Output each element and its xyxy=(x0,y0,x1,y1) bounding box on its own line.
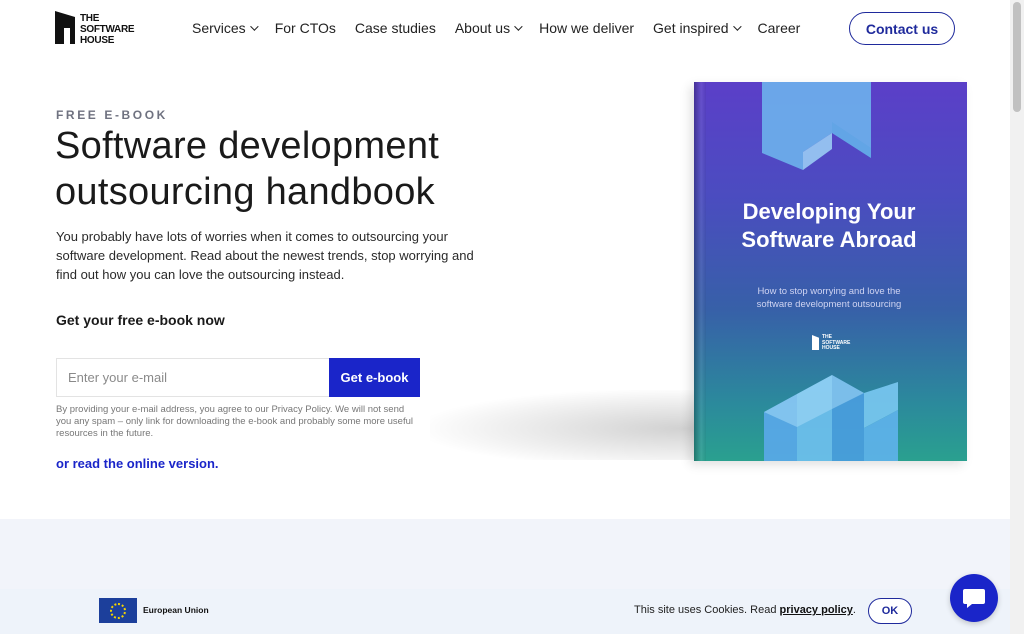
cookie-period: . xyxy=(852,604,856,616)
logo-text-line: THE xyxy=(80,13,100,24)
nav-item-for-ctos[interactable]: For CTOs xyxy=(275,20,336,36)
nav-label: Services xyxy=(192,20,246,36)
logo-text-line: HOUSE xyxy=(822,345,840,351)
page-scrollbar[interactable] xyxy=(1010,0,1024,634)
nav-label: Case studies xyxy=(354,20,436,36)
eu-label: European Union xyxy=(143,605,209,615)
title-line: Software development xyxy=(55,125,440,167)
nav-label: Career xyxy=(757,20,801,36)
chevron-down-icon xyxy=(249,22,259,31)
eu-flag-icon xyxy=(99,598,137,623)
hero-eyebrow: FREE E-BOOK xyxy=(56,108,168,122)
cookie-ok-button[interactable]: OK xyxy=(868,598,912,624)
get-ebook-button[interactable]: Get e-book xyxy=(329,358,420,397)
logo-mark-icon xyxy=(812,335,819,350)
logo-text-line: HOUSE xyxy=(80,35,115,46)
book-subtitle: How to stop worrying and love the softwa… xyxy=(756,286,902,310)
privacy-disclaimer: By providing your e-mail address, you ag… xyxy=(56,404,413,439)
nav-item-career[interactable]: Career xyxy=(758,20,801,36)
logo-text-line: SOFTWARE xyxy=(80,24,135,35)
nav-label: For CTOs xyxy=(274,20,336,36)
chat-button[interactable] xyxy=(950,574,998,622)
logo-text: THE SOFTWARE HOUSE xyxy=(80,11,135,46)
read-online-link[interactable]: or read the online version. xyxy=(56,456,219,471)
chat-bubble-icon xyxy=(963,589,985,608)
book-spine xyxy=(694,82,706,461)
ebook-cover: Developing Your Software Abroad How to s… xyxy=(694,82,967,461)
nav-item-get-inspired[interactable]: Get inspired xyxy=(653,20,742,36)
site-header: THE SOFTWARE HOUSE Services For CTOs Cas… xyxy=(0,0,1010,60)
nav-label: About us xyxy=(454,20,511,36)
page-title: Software development outsourcing handboo… xyxy=(55,123,515,215)
book-title: Developing Your Software Abroad xyxy=(741,199,917,252)
scrollbar-thumb[interactable] xyxy=(1013,2,1021,112)
nav-label: How we deliver xyxy=(539,20,635,36)
nav-label: Get inspired xyxy=(653,20,729,36)
main-nav: Services For CTOs Case studies About us … xyxy=(192,20,819,36)
nav-item-how-we-deliver[interactable]: How we deliver xyxy=(539,20,634,36)
privacy-policy-link[interactable]: privacy policy xyxy=(780,604,853,616)
nav-item-about-us[interactable]: About us xyxy=(454,20,523,36)
contact-us-button[interactable]: Contact us xyxy=(849,12,955,45)
chevron-down-icon xyxy=(732,22,742,31)
book-logo: THE SOFTWARE HOUSE xyxy=(812,334,850,352)
cookie-message: This site uses Cookies. Read xyxy=(634,604,777,616)
email-input[interactable] xyxy=(56,358,329,397)
title-line: outsourcing handbook xyxy=(55,171,435,213)
chevron-down-icon xyxy=(514,22,523,31)
nav-item-services[interactable]: Services xyxy=(192,20,259,36)
book-shadow xyxy=(430,390,730,460)
form-title: Get your free e-book now xyxy=(56,312,225,328)
site-logo[interactable]: THE SOFTWARE HOUSE xyxy=(55,11,135,47)
cookie-text: This site uses Cookies. Read privacy pol… xyxy=(634,604,856,616)
book-logo-text: THE SOFTWARE HOUSE xyxy=(822,334,850,352)
logo-mark-icon xyxy=(55,11,75,44)
nav-item-case-studies[interactable]: Case studies xyxy=(355,20,436,36)
hero-lead: You probably have lots of worries when i… xyxy=(56,229,474,282)
cover-shapes xyxy=(762,82,898,461)
